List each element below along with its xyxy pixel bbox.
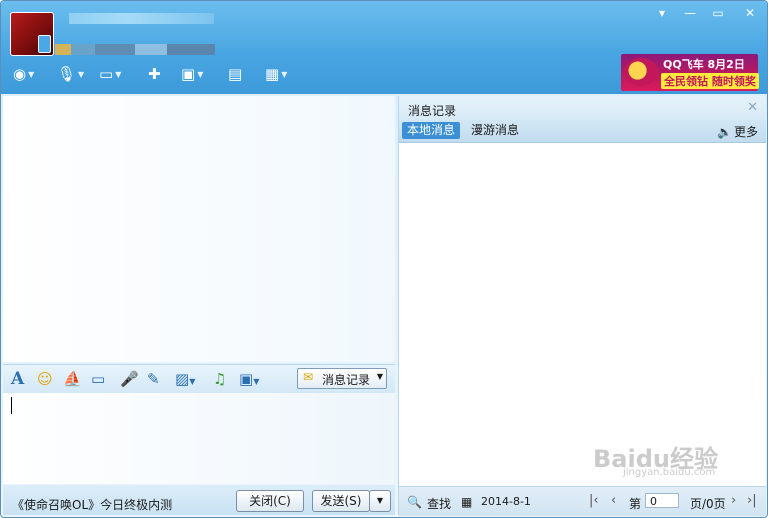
message-input[interactable]: [3, 393, 395, 484]
video-camera-icon[interactable]: ◉ ▼: [13, 63, 34, 85]
tab-local-messages[interactable]: 本地消息: [402, 122, 461, 139]
remote-assist-icon[interactable]: ▣ ▼: [181, 63, 203, 85]
search-label[interactable]: 查找: [427, 495, 451, 512]
send-button[interactable]: 发送(S): [312, 490, 370, 512]
message-history-button[interactable]: ✉ 消息记录 ▼: [297, 368, 387, 389]
first-page-icon[interactable]: |‹: [589, 493, 599, 508]
bottom-bar: 《使命召唤OL》今日终极内测 关闭(C) 发送(S) ▼: [3, 485, 395, 515]
history-panel-title: 消息记录: [408, 104, 457, 118]
calendar-icon[interactable]: ▦: [461, 495, 472, 509]
more-label: 更多: [733, 125, 758, 139]
history-panel-header: 消息记录 ✕: [399, 96, 766, 120]
history-footer: 🔍 查找 ▦ 2014-8-1 |‹ ‹ 第 0 页/0页 › ›|: [399, 486, 766, 516]
contact-name-blurred: [69, 13, 214, 24]
prev-page-icon[interactable]: ‹: [611, 493, 616, 508]
speaker-icon: 🔈: [717, 125, 732, 139]
voice-message-icon[interactable]: 🎤: [120, 369, 139, 389]
close-button[interactable]: 关闭(C): [236, 490, 304, 512]
format-toolbar: A ☺ ⛵ ▭ 🎤 ✎ ▨▼ ♫ ▣▼ ✉ 消息记录 ▼: [3, 364, 395, 394]
font-icon[interactable]: A: [11, 369, 24, 389]
close-window-button[interactable]: ✕: [739, 5, 761, 21]
chat-window: ▾ — ▭ ✕ ◉ ▼ 🎙 ▼ ▭ ▼ ✚ ▣ ▼ ▤ ▦ ▼ QQ飞车 8月2日 全民领…: [0, 0, 768, 518]
window-menu-button[interactable]: ▾: [651, 5, 673, 21]
baidu-watermark: Baidu经验 jingyan.baidu.com: [593, 439, 718, 478]
watermark-sub: jingyan.baidu.com: [623, 467, 716, 478]
screenshot-icon[interactable]: ▭: [91, 369, 105, 389]
ad-banner[interactable]: QQ飞车 8月2日 全民领钻 随时领奖: [621, 54, 759, 91]
add-discussion-icon[interactable]: ✚: [148, 63, 161, 85]
screen-capture-icon[interactable]: ▣▼: [239, 369, 259, 389]
ad-line-1: QQ飞车 8月2日: [663, 58, 745, 71]
magic-expression-icon[interactable]: ⛵: [63, 369, 82, 389]
search-icon[interactable]: 🔍: [407, 495, 422, 509]
music-icon[interactable]: ♫: [213, 369, 226, 389]
text-caret: [11, 397, 12, 414]
history-tabs: 本地消息 漫游消息 🔈 更多: [399, 120, 766, 143]
next-page-icon[interactable]: ›: [731, 493, 736, 508]
screen-share-icon[interactable]: ▤: [228, 63, 242, 85]
tab-roaming-messages[interactable]: 漫游消息: [466, 122, 524, 139]
history-button-label: 消息记录: [322, 373, 371, 387]
close-panel-icon[interactable]: ✕: [747, 100, 758, 115]
emoji-icon[interactable]: ☺: [37, 369, 53, 389]
contact-signature-blurred: [55, 44, 215, 55]
window-header: ▾ — ▭ ✕ ◉ ▼ 🎙 ▼ ▭ ▼ ✚ ▣ ▼ ▤ ▦ ▼ QQ飞车 8月2日 全民领…: [1, 1, 767, 94]
chevron-down-icon: ▼: [376, 372, 383, 381]
page-number-input[interactable]: 0: [645, 493, 679, 508]
history-message-list[interactable]: [399, 143, 766, 486]
ad-line-2: 全民领钻 随时领奖: [661, 73, 759, 89]
send-file-icon[interactable]: ▭ ▼: [99, 63, 121, 85]
game-logo-icon: [624, 58, 658, 86]
image-icon[interactable]: ▨▼: [175, 369, 195, 389]
maximize-button[interactable]: ▭: [707, 5, 729, 21]
page-prefix: 第: [629, 497, 642, 511]
phone-online-icon: [38, 35, 51, 53]
promo-link[interactable]: 《使命召唤OL》今日终极内测: [12, 496, 172, 513]
apps-icon[interactable]: ▦ ▼: [265, 63, 287, 85]
date-label[interactable]: 2014-8-1: [481, 495, 531, 508]
minimize-button[interactable]: —: [679, 5, 701, 21]
message-display-area[interactable]: [3, 96, 395, 362]
page-suffix: 页/0页: [690, 497, 726, 511]
contact-avatar[interactable]: [10, 12, 54, 56]
send-options-button[interactable]: ▼: [369, 490, 391, 512]
last-page-icon[interactable]: ›|: [747, 493, 757, 508]
microphone-icon[interactable]: 🎙 ▼: [57, 63, 84, 85]
doodle-icon[interactable]: ✎: [147, 369, 160, 389]
history-icon: ✉: [303, 370, 314, 384]
more-button[interactable]: 🔈 更多: [717, 123, 758, 140]
